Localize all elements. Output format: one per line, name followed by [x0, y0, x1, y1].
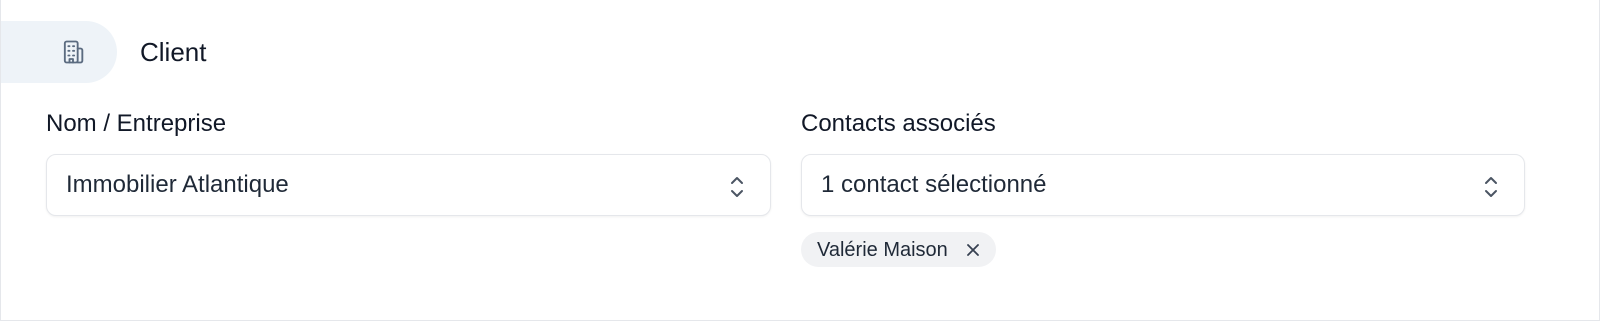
contacts-select-value: 1 contact sélectionné	[821, 171, 1047, 198]
section-header: Client	[1, 21, 361, 83]
company-select[interactable]: Immobilier Atlantique	[46, 154, 771, 216]
contacts-select[interactable]: 1 contact sélectionné	[801, 154, 1525, 216]
contacts-label: Contacts associés	[801, 110, 996, 137]
remove-contact-button[interactable]	[966, 243, 980, 257]
company-select-value: Immobilier Atlantique	[66, 171, 289, 198]
close-icon	[966, 243, 979, 256]
chevron-up-down-icon	[731, 177, 743, 197]
company-label: Nom / Entreprise	[46, 110, 227, 137]
contact-chip-label: Valérie Maison	[817, 238, 948, 261]
building-icon	[58, 37, 88, 67]
client-section: Client Nom / Entreprise Immobilier Atlan…	[0, 0, 1600, 321]
contact-chip: Valérie Maison	[801, 232, 996, 267]
chevron-up-down-icon	[1485, 177, 1497, 197]
section-title: Client	[140, 37, 207, 67]
